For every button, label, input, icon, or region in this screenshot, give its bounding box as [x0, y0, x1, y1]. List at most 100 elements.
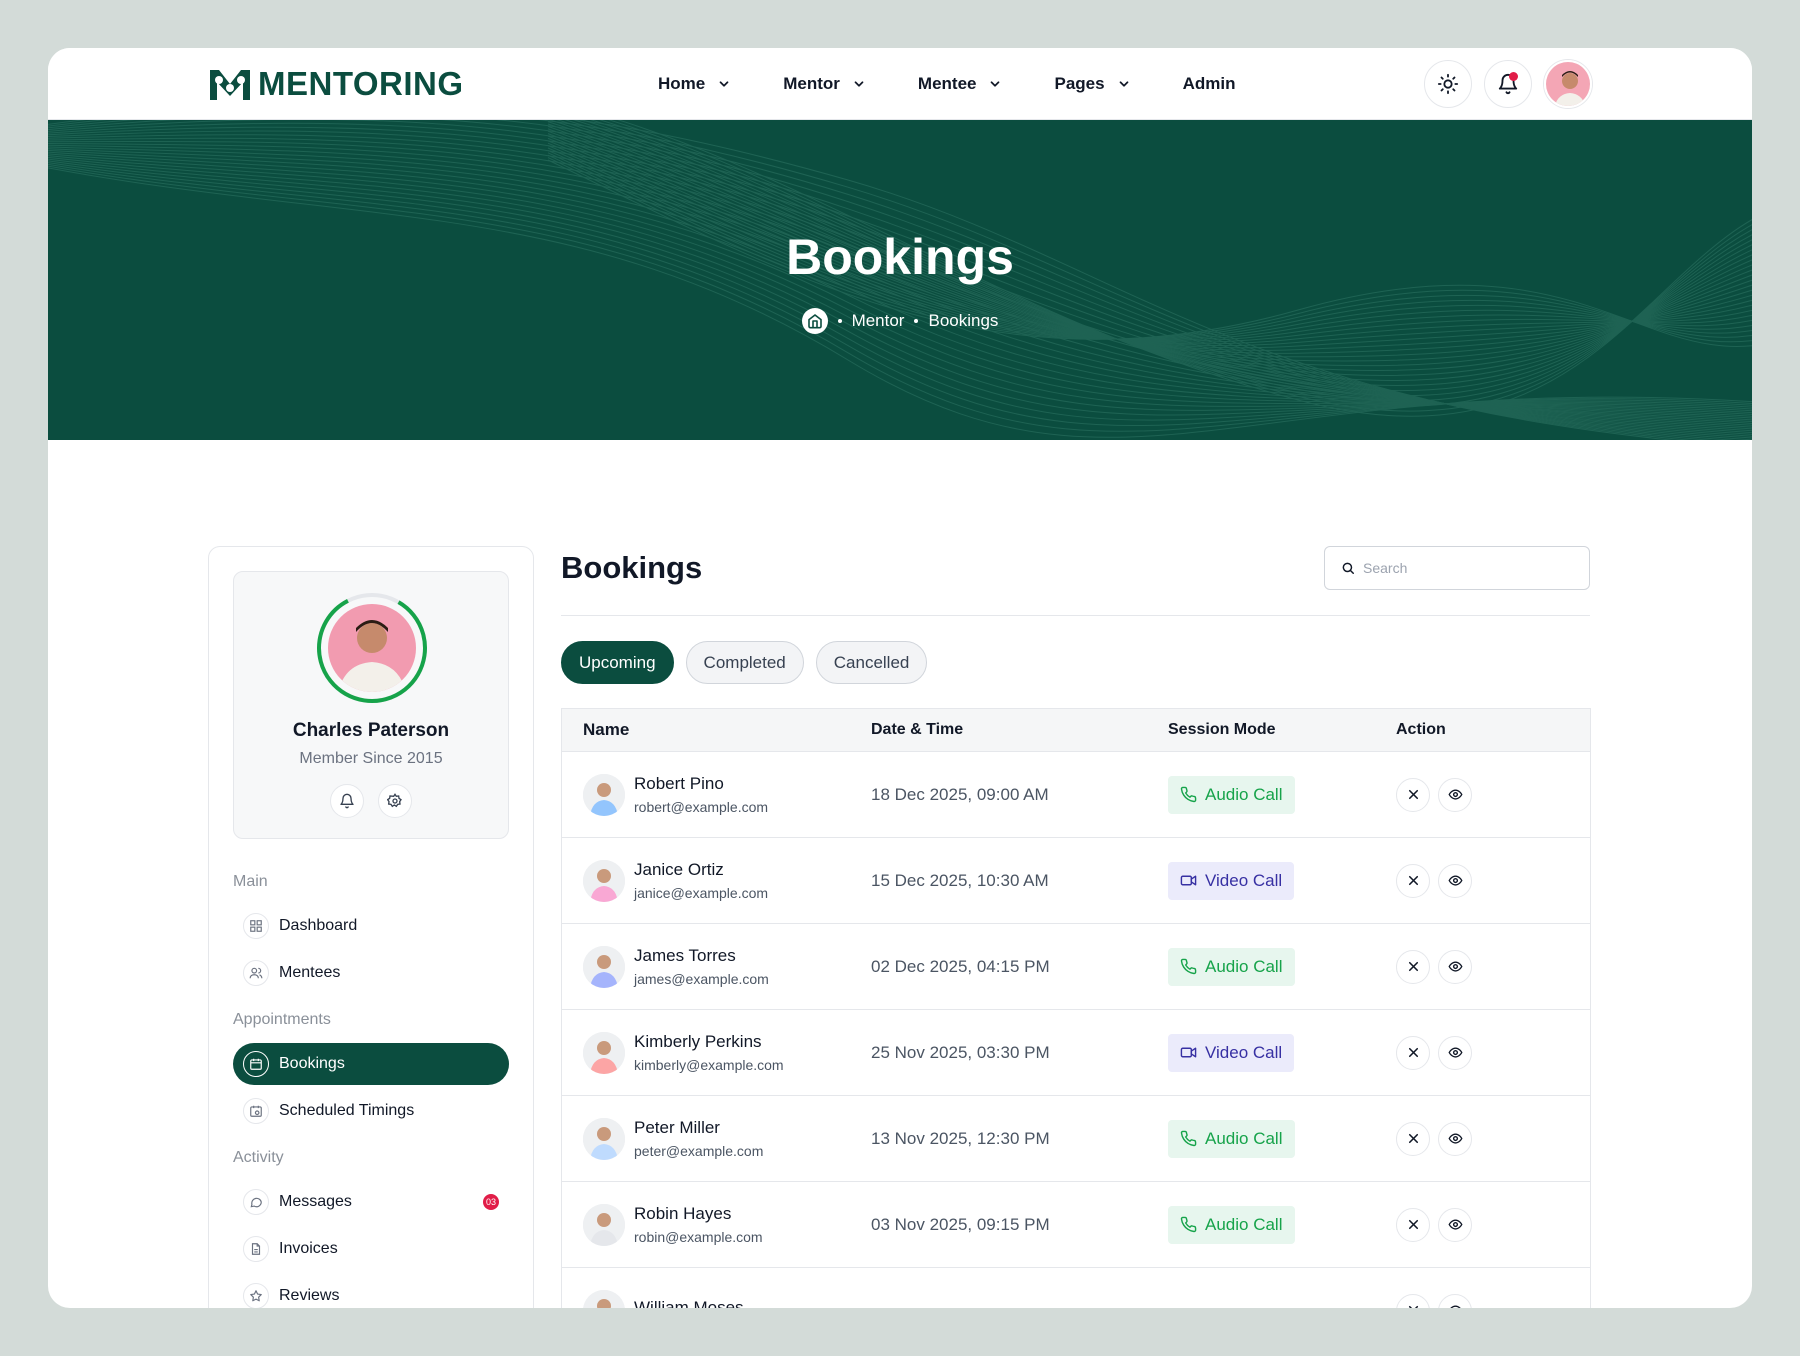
phone-icon [1180, 1130, 1197, 1147]
session-mode-cell: Video Call [1168, 1033, 1396, 1072]
profile-settings-button[interactable] [378, 784, 412, 818]
table-row[interactable]: William Moses [562, 1268, 1590, 1308]
nav-home[interactable]: Home [658, 74, 731, 94]
view-booking-button[interactable] [1438, 1293, 1472, 1308]
avatar [583, 1031, 625, 1074]
bell-icon [340, 793, 354, 809]
chevron-down-icon [719, 81, 729, 87]
sidebar-item-messages[interactable]: Messages 03 [233, 1181, 509, 1223]
sidebar: Charles Paterson Member Since 2015 Main D… [208, 546, 534, 1308]
logo-text: MENTORING [258, 65, 464, 102]
column-action: Action [1396, 721, 1446, 738]
cancel-booking-button[interactable] [1396, 863, 1430, 898]
cancel-booking-button[interactable] [1396, 1121, 1430, 1156]
cancel-booking-button[interactable] [1396, 1207, 1430, 1242]
breadcrumb-separator [914, 319, 919, 323]
date-time: 03 Nov 2025, 09:15 PM [871, 1214, 1050, 1234]
close-icon [1408, 1219, 1418, 1230]
breadcrumb-home[interactable] [801, 308, 828, 334]
table-row[interactable]: Janice Ortiz janice@example.com 15 Dec 202… [562, 838, 1590, 924]
sidebar-item-label: Reviews [279, 1287, 340, 1304]
eye-icon [1447, 1219, 1463, 1230]
session-mode-badge: Audio Call [1168, 1119, 1295, 1158]
tab-completed[interactable]: Completed [685, 641, 804, 684]
sidebar-item-label: Messages [279, 1193, 352, 1210]
mentee-email: janice@example.com [634, 885, 769, 901]
nav-admin[interactable]: Admin [1183, 74, 1236, 94]
view-booking-button[interactable] [1438, 777, 1472, 812]
sidebar-item-invoices[interactable]: Invoices [233, 1228, 509, 1270]
name-cell: James Torres james@example.com [562, 945, 871, 988]
name-cell: Robert Pino robert@example.com [562, 773, 871, 816]
sidebar-item-mentees[interactable]: Mentees [233, 952, 509, 994]
session-mode-cell: Audio Call [1168, 775, 1396, 814]
user-avatar[interactable] [1544, 60, 1592, 108]
main-title: Bookings [561, 550, 703, 585]
view-booking-button[interactable] [1438, 1121, 1472, 1156]
cancel-booking-button[interactable] [1396, 777, 1430, 812]
view-booking-button[interactable] [1438, 1207, 1472, 1242]
action-cell [1396, 1035, 1590, 1070]
nav-pages[interactable]: Pages [1054, 74, 1130, 94]
tab-upcoming[interactable]: Upcoming [561, 641, 674, 684]
mentee-email: robin@example.com [634, 1229, 763, 1245]
table-row[interactable]: Peter Miller peter@example.com 13 Nov 2025… [562, 1096, 1590, 1182]
file-icon [243, 1236, 269, 1262]
users-icon [243, 960, 269, 986]
eye-icon [1447, 1133, 1463, 1144]
video-icon [1180, 1047, 1197, 1058]
breadcrumb-mentor[interactable]: Mentor [852, 311, 905, 331]
home-icon [807, 314, 822, 329]
action-cell [1396, 1207, 1590, 1242]
profile-notifications-button[interactable] [330, 784, 364, 818]
sun-icon [1437, 73, 1459, 95]
cancel-booking-button[interactable] [1396, 1035, 1430, 1070]
session-mode-badge: Audio Call [1168, 1205, 1295, 1244]
cancel-booking-button[interactable] [1396, 949, 1430, 984]
mentee-name: Kimberly Perkins [634, 1032, 762, 1051]
view-booking-button[interactable] [1438, 863, 1472, 898]
nav-mentor[interactable]: Mentor [783, 74, 866, 94]
sidebar-section-appointments: Appointments [233, 1011, 331, 1028]
name-cell: Peter Miller peter@example.com [562, 1117, 871, 1160]
hero-title: Bookings [786, 229, 1014, 285]
nav-mentee[interactable]: Mentee [918, 74, 1003, 94]
chevron-down-icon [854, 81, 864, 87]
table-row[interactable]: Robert Pino robert@example.com 18 Dec 2025… [562, 752, 1590, 838]
table-row[interactable]: Robin Hayes robin@example.com 03 Nov 2025,… [562, 1182, 1590, 1268]
name-cell: William Moses [562, 1289, 871, 1308]
table-row[interactable]: Kimberly Perkins kimberly@example.com 25 N… [562, 1010, 1590, 1096]
table-row[interactable]: James Torres james@example.com 02 Dec 2025… [562, 924, 1590, 1010]
sidebar-item-dashboard[interactable]: Dashboard [233, 905, 509, 947]
profile-avatar[interactable] [316, 592, 428, 704]
search-input[interactable] [1363, 560, 1563, 576]
calendar-icon [243, 1051, 269, 1077]
mentee-name: William Moses [634, 1298, 744, 1308]
view-booking-button[interactable] [1438, 949, 1472, 984]
sidebar-item-bookings[interactable]: Bookings [233, 1043, 509, 1085]
theme-toggle-button[interactable] [1424, 60, 1472, 108]
close-icon [1408, 1305, 1418, 1308]
notifications-button[interactable] [1484, 60, 1532, 108]
cancel-booking-button[interactable] [1396, 1293, 1430, 1308]
message-icon [243, 1189, 269, 1215]
avatar-image [1546, 62, 1590, 106]
nav-label: Admin [1182, 74, 1236, 93]
session-mode-label: Audio Call [1205, 1214, 1283, 1234]
sidebar-item-reviews[interactable]: Reviews [233, 1275, 509, 1308]
session-mode-badge: Video Call [1168, 1033, 1295, 1072]
session-mode-cell: Audio Call [1168, 1205, 1396, 1244]
name-cell: Janice Ortiz janice@example.com [562, 859, 871, 902]
tab-cancelled[interactable]: Cancelled [815, 641, 928, 684]
logo[interactable]: MENTORING [208, 64, 464, 104]
star-icon [243, 1283, 269, 1308]
view-booking-button[interactable] [1438, 1035, 1472, 1070]
date-time: 15 Dec 2025, 10:30 AM [871, 870, 1049, 890]
session-mode-label: Audio Call [1205, 956, 1283, 976]
sidebar-item-scheduled-timings[interactable]: Scheduled Timings [233, 1090, 509, 1132]
column-mode: Session Mode [1168, 721, 1276, 738]
bookings-table: Name Date & Time Session Mode Action Rob… [561, 708, 1591, 1308]
search-box[interactable] [1324, 546, 1590, 590]
main-nav: Home Mentor Mentee Pages Admin [658, 48, 1235, 120]
column-name: Name [583, 720, 630, 739]
